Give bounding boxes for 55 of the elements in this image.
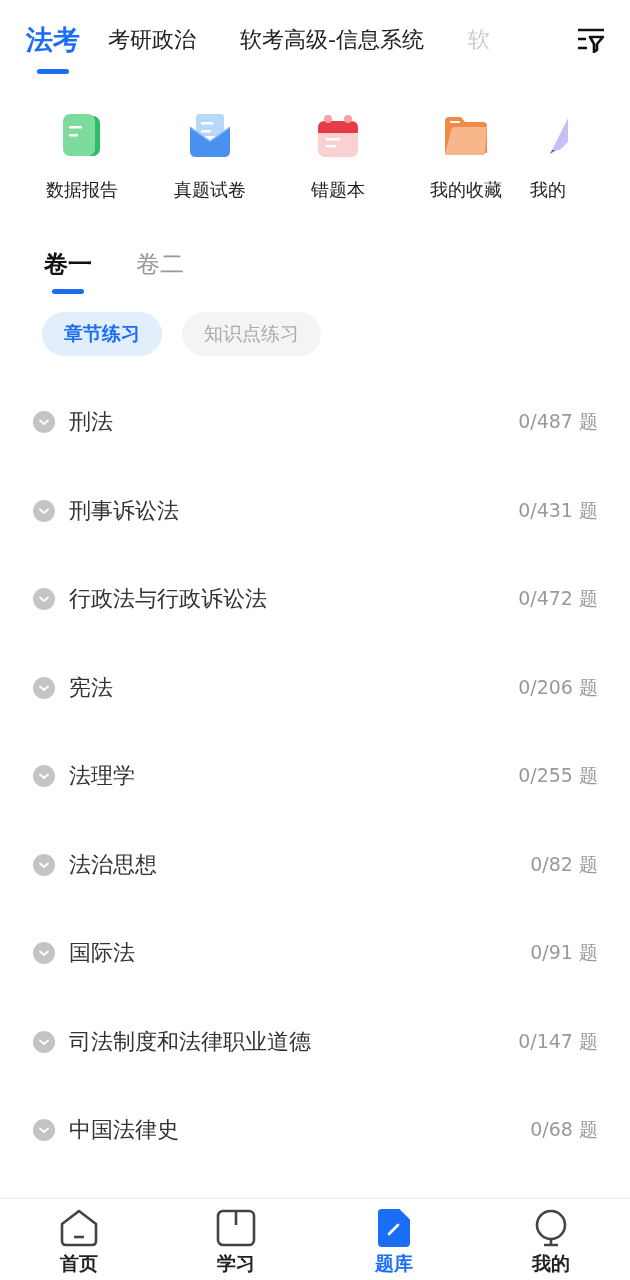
chapter-title[interactable]: 国际法 (69, 938, 135, 969)
shortcut-item[interactable]: 数据报告 (18, 110, 146, 218)
chapter-title[interactable]: 刑法 (69, 407, 113, 438)
folder-icon (443, 115, 489, 157)
chapter-title[interactable]: 法理学 (69, 761, 135, 792)
chapter-title[interactable]: 司法制度和法律职业道德 (69, 1026, 311, 1057)
chevron-down-icon[interactable] (33, 411, 55, 434)
shortcut-item[interactable]: 我的收藏 (402, 110, 530, 218)
chapter-title[interactable]: 中国法律史 (69, 1115, 179, 1146)
chevron-down-icon[interactable] (33, 853, 55, 876)
question-count: 0/91 题 (530, 940, 598, 966)
chapter-title[interactable]: 法治思想 (69, 849, 157, 880)
nav-item[interactable]: 我的 (472, 1199, 630, 1280)
question-count: 0/206 题 (518, 674, 598, 700)
chevron-down-icon[interactable] (33, 588, 55, 611)
chapter-title[interactable]: 行政法与行政诉讼法 (69, 584, 267, 615)
nav-item[interactable]: 首页 (0, 1199, 158, 1280)
subject-tab[interactable]: 法考 (26, 14, 80, 66)
shortcut-item[interactable]: 错题本 (274, 110, 402, 218)
shortcut-item[interactable]: 我的 (530, 110, 600, 218)
shortcut-label: 我的 (530, 178, 566, 202)
envelope-icon (188, 113, 232, 159)
tab-indicator (37, 69, 69, 74)
home-icon (58, 1209, 99, 1247)
chevron-down-icon[interactable] (33, 1119, 55, 1142)
subject-tab[interactable]: 考研政治 (108, 14, 196, 66)
chevron-down-icon[interactable] (33, 676, 55, 699)
shortcut-label: 错题本 (311, 178, 365, 202)
pen-icon (548, 116, 570, 156)
calendar-icon (316, 113, 360, 159)
question-count: 0/487 题 (518, 409, 598, 435)
chevron-down-icon[interactable] (33, 765, 55, 788)
chapter-title[interactable]: 宪法 (69, 672, 113, 703)
chevron-down-icon[interactable] (33, 942, 55, 965)
chevron-down-icon[interactable] (33, 499, 55, 522)
question-count: 0/147 题 (518, 1028, 598, 1054)
practice-chip[interactable]: 章节练习 (42, 312, 162, 356)
shortcut-label: 真题试卷 (174, 178, 246, 202)
chapter-title[interactable]: 刑事诉讼法 (69, 495, 179, 526)
paper-tab[interactable]: 卷一 (44, 246, 92, 282)
shortcut-label: 我的收藏 (430, 178, 502, 202)
tab-indicator (52, 289, 84, 294)
question-count: 0/431 题 (518, 497, 598, 523)
nav-item[interactable]: 学习 (157, 1199, 315, 1280)
filter-icon[interactable] (576, 27, 606, 53)
question-count: 0/472 题 (518, 586, 598, 612)
subject-tab[interactable]: 软考高级-信息系统 (240, 14, 424, 66)
shortcut-item[interactable]: 真题试卷 (146, 110, 274, 218)
chevron-down-icon[interactable] (33, 1030, 55, 1053)
nav-item[interactable]: 题库 (315, 1199, 473, 1280)
question-count: 0/255 题 (518, 763, 598, 789)
book-icon (216, 1209, 257, 1247)
question-count: 0/82 题 (530, 851, 598, 877)
question-count: 0/68 题 (530, 1117, 598, 1143)
shortcut-label: 数据报告 (46, 178, 118, 202)
